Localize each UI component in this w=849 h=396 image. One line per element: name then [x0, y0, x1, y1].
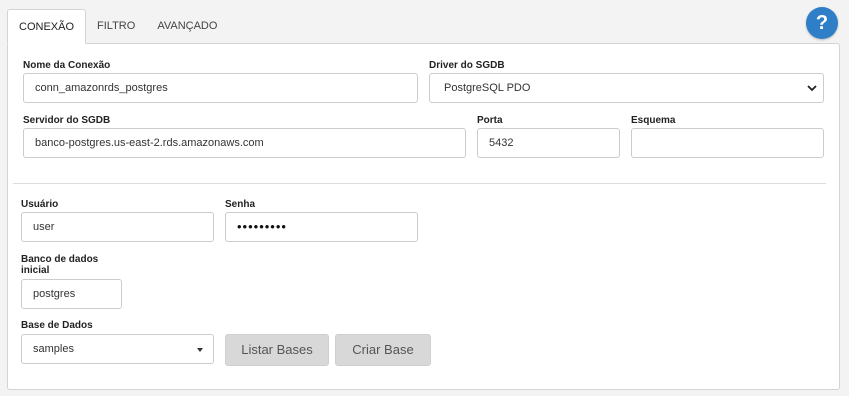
server-input[interactable]: banco-postgres.us-east-2.rds.amazonaws.c… [23, 128, 466, 158]
password-input[interactable]: ••••••••• [225, 212, 418, 242]
connection-name-label: Nome da Conexão [23, 60, 111, 71]
section-divider [13, 183, 826, 184]
database-select[interactable]: samples [21, 334, 214, 364]
chevron-down-icon [807, 85, 817, 92]
list-bases-button[interactable]: Listar Bases [225, 334, 329, 366]
tab-conexao[interactable]: CONEXÃO [7, 9, 87, 44]
tab-filtro[interactable]: FILTRO [86, 9, 146, 43]
database-select-value: samples [33, 343, 74, 355]
tab-avancado[interactable]: AVANÇADO [146, 9, 228, 43]
create-base-button[interactable]: Criar Base [335, 334, 431, 366]
help-icon[interactable]: ? [806, 7, 838, 39]
tab-bar: CONEXÃO FILTRO AVANÇADO [7, 9, 228, 44]
initial-db-label-line1: Banco de dados [21, 254, 99, 265]
driver-select-value: PostgreSQL PDO [444, 82, 531, 94]
user-label: Usuário [21, 199, 59, 210]
port-input[interactable]: 5432 [477, 128, 620, 158]
initial-db-input[interactable]: postgres [21, 279, 122, 309]
connection-name-input[interactable]: conn_amazonrds_postgres [23, 73, 418, 103]
driver-label: Driver do SGDB [429, 60, 505, 71]
caret-down-icon [197, 348, 203, 352]
driver-select[interactable]: PostgreSQL PDO [429, 73, 824, 103]
password-label: Senha [225, 199, 256, 210]
port-label: Porta [477, 115, 503, 126]
user-input[interactable]: user [21, 212, 214, 242]
schema-label: Esquema [631, 115, 676, 126]
server-label: Servidor do SGDB [23, 115, 111, 126]
initial-db-label-line2: inicial [21, 265, 50, 276]
schema-input[interactable] [631, 128, 824, 158]
database-label: Base de Dados [21, 320, 93, 331]
